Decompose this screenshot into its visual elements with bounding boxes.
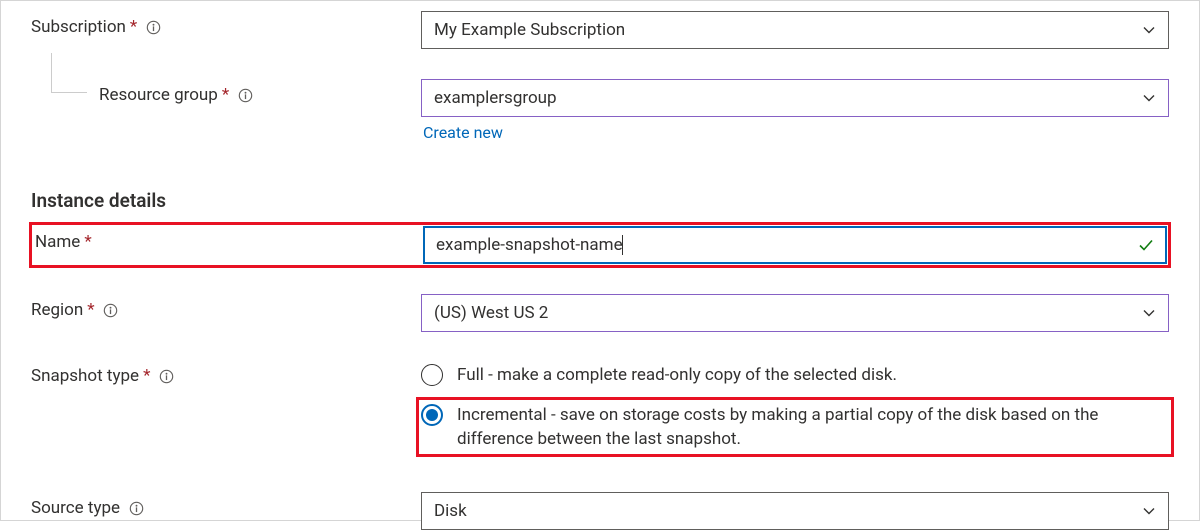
create-new-link[interactable]: Create new [423, 123, 503, 142]
row-name: Name * example-snapshot-name [31, 224, 1169, 266]
resource-group-select[interactable]: examplersgroup [421, 79, 1169, 117]
label-snapshot-type: Snapshot type * [31, 362, 421, 386]
required-mark: * [84, 232, 91, 252]
label-subscription: Subscription * [31, 11, 421, 37]
label-text-resource-group: Resource group [99, 85, 218, 105]
label-region: Region * [31, 294, 421, 320]
region-value: (US) West US 2 [434, 303, 548, 323]
required-mark: * [130, 17, 137, 37]
required-mark: * [143, 366, 150, 386]
label-text-snapshot-type: Snapshot type [31, 366, 139, 386]
info-icon[interactable] [103, 303, 119, 319]
source-type-value: Disk [434, 501, 467, 521]
label-resource-group: Resource group * [31, 79, 421, 105]
row-region: Region * (US) West US 2 [31, 294, 1169, 334]
row-resource-group: Resource group * examplersgroup Create n… [31, 79, 1169, 143]
row-subscription: Subscription * My Example Subscription [31, 11, 1169, 51]
radio-indicator [421, 404, 443, 426]
info-icon[interactable] [128, 500, 144, 516]
section-instance-details: Instance details [31, 189, 1169, 212]
label-text-subscription: Subscription [31, 17, 126, 37]
label-text-source-type: Source type [31, 498, 120, 518]
name-value: example-snapshot-name [436, 235, 623, 255]
label-source-type: Source type [31, 492, 421, 518]
form-panel: Subscription * My Example Subscription R… [0, 0, 1200, 521]
radio-indicator [421, 364, 443, 386]
row-source-type: Source type Disk [31, 492, 1169, 532]
required-mark: * [222, 85, 229, 105]
label-text-region: Region [31, 300, 83, 320]
resource-group-value: examplersgroup [434, 88, 557, 108]
snapshot-type-radio-group: Full - make a complete read-only copy of… [421, 362, 1169, 452]
label-text-name: Name [35, 232, 80, 252]
info-icon[interactable] [145, 20, 161, 36]
subscription-select[interactable]: My Example Subscription [421, 11, 1169, 49]
snapshot-type-full-radio[interactable]: Full - make a complete read-only copy of… [421, 362, 1169, 388]
info-icon[interactable] [158, 369, 174, 385]
region-select[interactable]: (US) West US 2 [421, 294, 1169, 332]
label-name: Name * [33, 226, 423, 252]
subscription-value: My Example Subscription [434, 20, 625, 40]
tree-connector [51, 53, 87, 93]
row-snapshot-type: Snapshot type * Full - make a complete r… [31, 362, 1169, 452]
radio-label-incremental: Incremental - save on storage costs by m… [457, 402, 1169, 452]
required-mark: * [87, 300, 94, 320]
name-input[interactable]: example-snapshot-name [423, 226, 1167, 264]
text-caret [622, 235, 623, 255]
snapshot-type-incremental-radio[interactable]: Incremental - save on storage costs by m… [421, 402, 1169, 452]
radio-label-full: Full - make a complete read-only copy of… [457, 362, 1169, 388]
info-icon[interactable] [237, 88, 253, 104]
source-type-select[interactable]: Disk [421, 492, 1169, 530]
